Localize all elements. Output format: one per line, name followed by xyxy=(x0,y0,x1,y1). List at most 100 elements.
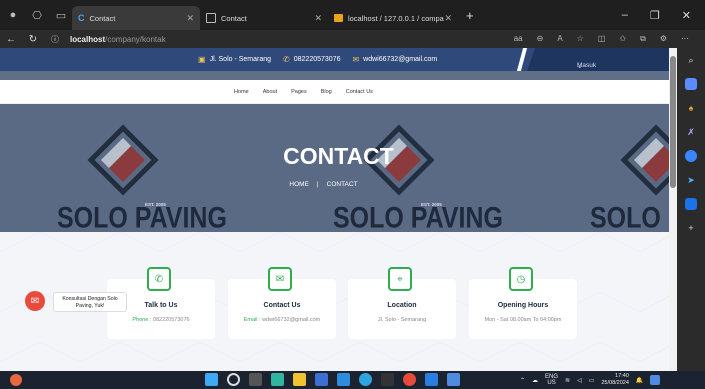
back-icon[interactable]: ← xyxy=(0,34,22,45)
chat-button[interactable]: ✉ xyxy=(25,291,45,311)
main-menu: Home About Pages Blog Contact Us xyxy=(0,80,677,104)
split-screen-icon[interactable]: ◫ xyxy=(598,34,606,44)
breadcrumb-home[interactable]: HOME xyxy=(289,181,309,188)
refresh-icon[interactable]: ↻ xyxy=(22,34,44,45)
file-explorer-icon[interactable] xyxy=(293,373,306,386)
contact-topbar: ▣ Jl. Solo - Semarang ✆ 082220573076 ✉ wdwi… xyxy=(0,48,677,71)
copilot-icon[interactable] xyxy=(685,78,697,90)
tab-contact-1[interactable]: C Contact ✕ xyxy=(72,6,200,30)
menu-item-home[interactable]: Home xyxy=(234,89,249,95)
chat-tooltip: Konsultasi Dengan Solo Paving, Yuk! xyxy=(53,292,127,312)
menu-item-contact[interactable]: Contact Us xyxy=(346,89,373,95)
tab-title: Contact xyxy=(89,13,116,23)
restore-icon[interactable]: ❐ xyxy=(650,9,660,22)
browser-tab-bar: ● ⎔ ▭ C Contact ✕ Contact ✕ localhost / … xyxy=(0,0,705,30)
edge-sidebar: ⌕ ♠ ✗ ➤ + xyxy=(677,48,705,371)
time-label: 17:40 xyxy=(615,373,629,379)
c-letter-icon: C xyxy=(78,13,85,23)
add-icon[interactable]: + xyxy=(685,222,697,234)
start-icon[interactable] xyxy=(205,373,218,386)
close-icon[interactable]: ✕ xyxy=(186,13,194,24)
shopping-icon[interactable]: ♠ xyxy=(685,102,697,114)
tab-contact-2[interactable]: Contact ✕ xyxy=(200,6,328,30)
date-label: 25/08/2024 xyxy=(601,380,629,386)
close-icon[interactable]: ✕ xyxy=(314,13,322,24)
map-pin-icon: ▣ xyxy=(198,55,206,64)
topbar-phone: 082220573076 xyxy=(293,56,341,63)
read-aloud-icon[interactable]: aa xyxy=(514,34,523,44)
clock-icon: ◷ xyxy=(509,267,533,291)
contact-card-location: ⌖ Location Jl. Solo - Semarang xyxy=(348,267,456,339)
workspaces-icon[interactable]: ⎔ xyxy=(26,4,48,26)
brand-logo: EST. 2005 SOLO PAVING xyxy=(333,124,503,232)
tab-title: Contact xyxy=(221,13,247,23)
search-icon[interactable] xyxy=(227,373,240,386)
outlook-icon[interactable] xyxy=(685,198,697,210)
games-icon[interactable] xyxy=(685,150,697,162)
profile-icon[interactable]: ● xyxy=(2,4,24,26)
text-icon[interactable]: A xyxy=(557,34,562,44)
breadcrumb-current: CONTACT xyxy=(326,181,358,188)
brand-logo: SOLO PAVING xyxy=(590,124,677,232)
task-view-icon[interactable] xyxy=(249,373,262,386)
search-icon[interactable]: ⌕ xyxy=(685,54,697,66)
breadcrumb: HOME | CONTACT xyxy=(0,181,677,188)
extensions-icon[interactable]: ⚙ xyxy=(660,34,667,44)
app-icon[interactable] xyxy=(359,373,372,386)
breadcrumb-separator: | xyxy=(316,181,319,188)
windows-taskbar: ⌃ ☁ ENG US ≋ ◁ ▭ 17:40 25/08/2024 🔔 xyxy=(0,371,705,389)
close-icon[interactable]: ✕ xyxy=(444,13,452,24)
collections-icon[interactable]: ⧉ xyxy=(640,34,646,44)
page-scrollbar[interactable] xyxy=(669,48,677,371)
login-dropdown[interactable]: Masuk ⌄ xyxy=(527,48,677,71)
phpmyadmin-icon xyxy=(334,14,343,22)
send-icon[interactable]: ➤ xyxy=(685,174,697,186)
page-title: CONTACT xyxy=(283,143,394,169)
wifi-icon[interactable]: ≋ xyxy=(565,377,570,384)
url-host: localhost xyxy=(70,34,106,44)
chat-icon: ✉ xyxy=(30,295,40,307)
weather-icon[interactable] xyxy=(10,374,22,386)
hero-banner: EST. 2005 SOLO PAVING EST. 2005 SOLO PAV… xyxy=(0,104,677,232)
url-field[interactable]: localhost/company/kontak xyxy=(70,35,166,44)
tab-phpmyadmin[interactable]: localhost / 127.0.0.1 / company / ✕ xyxy=(328,6,458,30)
outlook-icon[interactable] xyxy=(337,373,350,386)
chevron-down-icon: ⌄ xyxy=(577,63,583,70)
onedrive-icon[interactable]: ☁ xyxy=(532,377,538,384)
brand-text: SOLO PAVING xyxy=(333,201,503,232)
chrome-icon[interactable] xyxy=(403,373,416,386)
copilot-icon[interactable] xyxy=(650,375,661,385)
nav-divider xyxy=(0,71,677,80)
more-icon[interactable]: ⋯ xyxy=(681,34,689,44)
new-tab-icon[interactable]: + xyxy=(466,8,474,23)
contact-card-email: ✉ Contact Us Email : wdwi66732@gmail.com xyxy=(228,267,336,339)
vscode-icon[interactable] xyxy=(425,373,438,386)
menu-item-blog[interactable]: Blog xyxy=(321,89,332,95)
zoom-icon[interactable]: ⊖ xyxy=(537,34,544,44)
favorite-star-icon[interactable]: ☆ xyxy=(577,34,584,44)
favorites-icon[interactable]: ✩ xyxy=(619,34,626,44)
menu-item-pages[interactable]: Pages xyxy=(291,89,307,95)
minimize-icon[interactable]: – xyxy=(622,9,628,22)
chevron-up-icon[interactable]: ⌃ xyxy=(520,377,525,384)
store-icon[interactable] xyxy=(315,373,328,386)
card-title: Location xyxy=(387,302,417,309)
window-close-icon[interactable]: ✕ xyxy=(682,9,691,22)
terminal-icon[interactable] xyxy=(381,373,394,386)
tab-actions-icon[interactable]: ▭ xyxy=(50,4,72,26)
tools-icon[interactable]: ✗ xyxy=(685,126,697,138)
card-text[interactable]: wdwi66732@gmail.com xyxy=(262,317,320,323)
notification-icon[interactable]: 🔔 xyxy=(636,377,643,384)
edge-icon[interactable] xyxy=(271,373,284,386)
language-indicator[interactable]: ENG US xyxy=(545,374,558,386)
card-title: Opening Hours xyxy=(497,302,549,309)
menu-item-about[interactable]: About xyxy=(263,89,277,95)
address-bar: ← ↻ ⓘ localhost/company/kontak aa ⊖ A ☆ … xyxy=(0,30,705,48)
info-icon: ⓘ xyxy=(51,34,59,44)
topbar-address: Jl. Solo - Semarang xyxy=(209,56,272,63)
volume-icon[interactable]: ◁ xyxy=(577,377,582,384)
clock[interactable]: 17:40 25/08/2024 xyxy=(601,373,629,387)
photos-icon[interactable] xyxy=(447,373,460,386)
battery-icon[interactable]: ▭ xyxy=(589,377,595,384)
scrollbar-thumb[interactable] xyxy=(670,56,676,188)
